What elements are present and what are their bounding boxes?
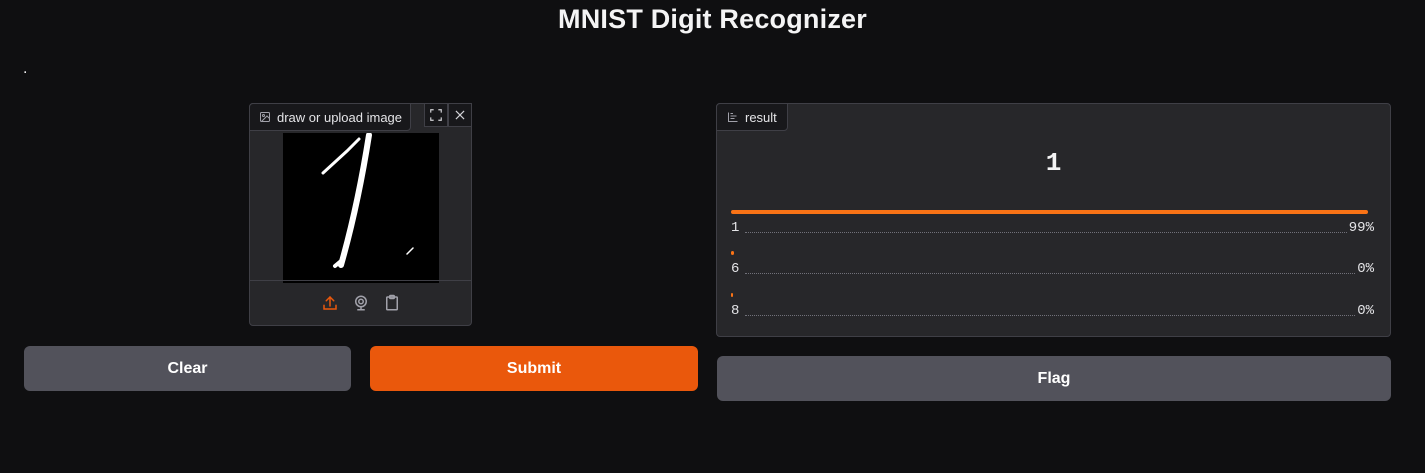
- leader-dots: [745, 273, 1356, 274]
- submit-button[interactable]: Submit: [370, 346, 698, 391]
- confidence-bar: [731, 210, 1368, 214]
- confidence-label: 6: [731, 261, 740, 277]
- upload-icon[interactable]: [321, 294, 339, 312]
- flag-button[interactable]: Flag: [717, 356, 1391, 401]
- confidence-bar: [731, 293, 733, 297]
- confidence-percent: 0%: [1357, 261, 1374, 277]
- result-label-tab: result: [716, 103, 788, 131]
- image-source-bar: [250, 280, 471, 325]
- page-title: MNIST Digit Recognizer: [558, 4, 867, 34]
- clear-button[interactable]: Clear: [24, 346, 351, 391]
- confidence-percent: 0%: [1357, 303, 1374, 319]
- webcam-icon[interactable]: [352, 294, 370, 312]
- confidence-percent: 99%: [1348, 220, 1374, 236]
- confidence-row[interactable]: 1 99%: [731, 210, 1374, 236]
- image-input-label-tab: draw or upload image: [249, 103, 412, 131]
- image-icon: [259, 111, 271, 123]
- close-icon[interactable]: [448, 103, 472, 127]
- image-tools: [424, 103, 472, 127]
- confidence-label: 1: [731, 220, 740, 236]
- confidence-bar: [731, 251, 734, 255]
- clipboard-icon[interactable]: [383, 294, 401, 312]
- digit-drawing: [321, 132, 414, 268]
- page-description: .: [23, 60, 28, 77]
- drawing-canvas[interactable]: [283, 132, 439, 283]
- result-panel: result 1 1 99% 6 0% 8 0%: [716, 103, 1391, 337]
- image-input-panel: draw or upload image: [249, 103, 472, 326]
- chart-icon: [727, 111, 739, 123]
- top-prediction: 1: [1045, 148, 1062, 178]
- confidence-row[interactable]: 8 0%: [731, 293, 1374, 319]
- result-label: result: [745, 109, 777, 125]
- leader-dots: [745, 232, 1347, 233]
- confidence-label: 8: [731, 303, 740, 319]
- fullscreen-icon[interactable]: [424, 103, 448, 127]
- leader-dots: [745, 315, 1356, 316]
- image-input-label: draw or upload image: [277, 109, 403, 125]
- confidence-row[interactable]: 6 0%: [731, 251, 1374, 277]
